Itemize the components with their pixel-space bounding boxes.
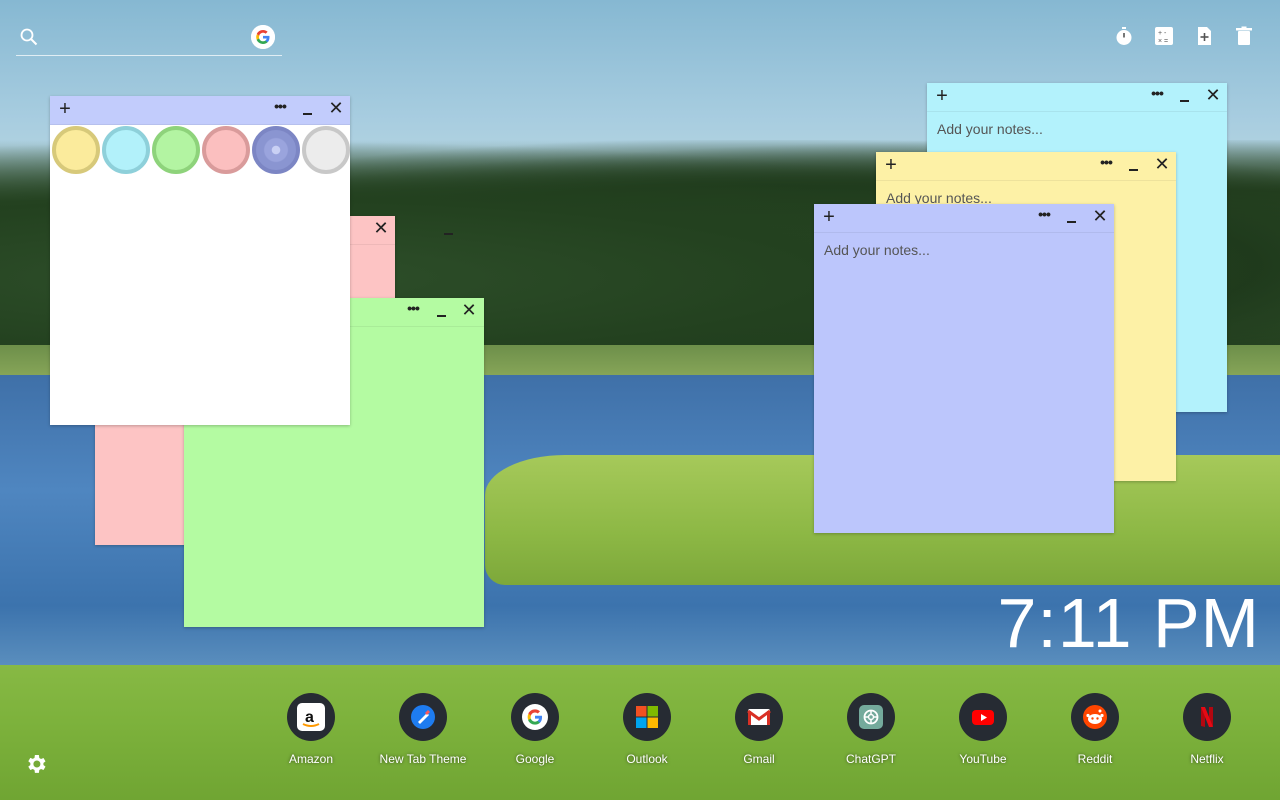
- color-swatch-gray[interactable]: [302, 126, 350, 174]
- minimize-icon[interactable]: [1126, 154, 1142, 174]
- close-icon[interactable]: ✕: [1204, 85, 1222, 105]
- chatgpt-icon: [847, 693, 895, 741]
- minimize-icon[interactable]: [300, 98, 316, 118]
- clock: 7:11 PM: [997, 584, 1260, 662]
- svg-text:× =: × =: [1158, 38, 1168, 45]
- shortcut-label: Reddit: [1077, 752, 1113, 766]
- close-icon[interactable]: ✕: [372, 218, 390, 238]
- minimize-icon[interactable]: [1064, 206, 1080, 226]
- more-options-icon[interactable]: •••: [1147, 86, 1167, 107]
- close-icon[interactable]: ✕: [327, 98, 345, 118]
- note-toolbar: + ••• ✕: [50, 96, 350, 125]
- color-swatch-purple-selected[interactable]: [252, 126, 300, 174]
- gmail-icon: [735, 693, 783, 741]
- shortcut-label: YouTube: [959, 752, 1007, 766]
- minimize-icon[interactable]: [1177, 85, 1193, 105]
- new-tab-theme-icon: [399, 693, 447, 741]
- shortcut-google[interactable]: Google: [479, 693, 591, 766]
- search-bar: [16, 22, 282, 56]
- shortcut-new-tab-theme[interactable]: New Tab Theme: [367, 693, 479, 766]
- netflix-icon: [1183, 693, 1231, 741]
- reddit-icon: [1071, 693, 1119, 741]
- shortcut-amazon[interactable]: a Amazon: [255, 693, 367, 766]
- trash-icon[interactable]: [1232, 24, 1256, 48]
- close-icon[interactable]: ✕: [1091, 206, 1109, 226]
- shortcut-label: New Tab Theme: [379, 752, 467, 766]
- shortcut-label: Outlook: [626, 752, 668, 766]
- shortcut-netflix[interactable]: Netflix: [1151, 693, 1263, 766]
- sticky-note-purple[interactable]: + ••• ✕ Add your notes...: [814, 204, 1114, 533]
- add-note-icon[interactable]: +: [933, 86, 951, 106]
- more-options-icon[interactable]: •••: [1096, 155, 1116, 176]
- color-swatch-green[interactable]: [152, 126, 200, 174]
- add-note-icon[interactable]: +: [820, 207, 838, 227]
- shortcut-label: Amazon: [288, 752, 334, 766]
- shortcut-gmail[interactable]: Gmail: [703, 693, 815, 766]
- more-options-icon[interactable]: •••: [403, 301, 423, 322]
- color-swatch-yellow[interactable]: [52, 126, 100, 174]
- search-input[interactable]: [50, 26, 254, 52]
- toolbar: + - × =: [1112, 24, 1256, 48]
- note-toolbar: + ••• ✕: [814, 204, 1114, 233]
- google-icon: [511, 693, 559, 741]
- timer-icon[interactable]: [1112, 24, 1136, 48]
- amazon-icon: a: [287, 693, 335, 741]
- add-note-icon[interactable]: +: [56, 99, 74, 119]
- color-swatch-pink[interactable]: [202, 126, 250, 174]
- new-note-icon[interactable]: [1192, 24, 1216, 48]
- shortcut-chatgpt[interactable]: ChatGPT: [815, 693, 927, 766]
- sticky-note-white[interactable]: + ••• ✕: [50, 96, 350, 425]
- note-text-input[interactable]: Add your notes...: [937, 121, 1043, 137]
- shortcut-reddit[interactable]: Reddit: [1039, 693, 1151, 766]
- youtube-icon: [959, 693, 1007, 741]
- shortcut-label: ChatGPT: [845, 752, 896, 766]
- gear-icon[interactable]: [24, 752, 48, 776]
- shortcut-outlook[interactable]: Outlook: [591, 693, 703, 766]
- svg-text:a: a: [305, 709, 314, 726]
- more-options-icon[interactable]: •••: [1034, 207, 1054, 228]
- more-options-icon[interactable]: •••: [270, 99, 290, 120]
- note-toolbar: + ••• ✕: [927, 83, 1227, 112]
- calculator-icon[interactable]: + - × =: [1152, 24, 1176, 48]
- close-icon[interactable]: ✕: [1153, 154, 1171, 174]
- add-note-icon[interactable]: +: [882, 155, 900, 175]
- color-swatch-cyan[interactable]: [102, 126, 150, 174]
- color-palette: [50, 125, 350, 175]
- note-toolbar: + ••• ✕: [876, 152, 1176, 181]
- search-icon[interactable]: [19, 27, 39, 47]
- close-icon[interactable]: ✕: [460, 300, 478, 320]
- shortcuts-dock: a Amazon New Tab Theme Google Outlook Gm…: [255, 693, 1265, 773]
- note-text-input[interactable]: Add your notes...: [824, 242, 930, 258]
- shortcut-label: Gmail: [743, 752, 775, 766]
- shortcut-label: Netflix: [1190, 752, 1224, 766]
- minimize-icon[interactable]: [441, 218, 457, 238]
- svg-text:+ -: + -: [1158, 30, 1167, 37]
- shortcut-label: Google: [515, 752, 555, 766]
- google-icon[interactable]: [251, 25, 275, 49]
- shortcut-youtube[interactable]: YouTube: [927, 693, 1039, 766]
- microsoft-icon: [623, 693, 671, 741]
- minimize-icon[interactable]: [434, 300, 450, 320]
